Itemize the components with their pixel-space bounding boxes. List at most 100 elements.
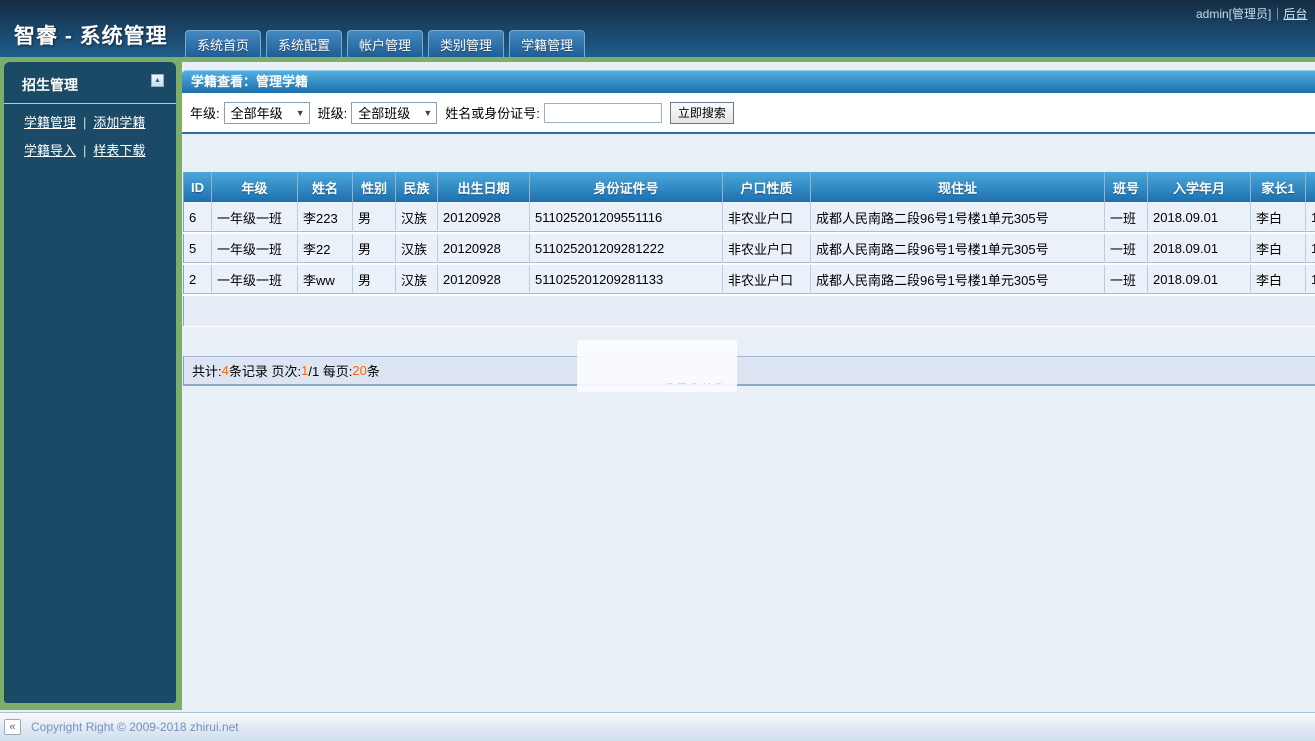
- chevron-down-icon: ▼: [296, 108, 305, 118]
- col-header-3: 姓名: [298, 172, 353, 202]
- cell-6: 20120928: [438, 202, 530, 233]
- cell-3: 李223: [298, 202, 353, 233]
- sidebar-panel: 招生管理 ▲ 学籍管理 | 添加学籍学籍导入 | 样表下载: [4, 62, 176, 703]
- cell-6: 20120928: [438, 264, 530, 295]
- search-label: 姓名或身份证号:: [445, 103, 540, 122]
- sidebar-link[interactable]: 样表下载: [93, 143, 145, 158]
- table-row: 2一年级一班李ww男汉族20120928511025201209281133非农…: [184, 264, 1315, 295]
- overlay-watermark-marks: – — – ·· –: [667, 379, 723, 388]
- cell-4: 男: [353, 264, 396, 295]
- cell-4: 男: [353, 202, 396, 233]
- col-header-1: ID: [184, 172, 212, 202]
- collapse-panel-icon[interactable]: ▲: [151, 74, 164, 87]
- pagination-total-label: 共计:: [192, 361, 222, 380]
- cell-12: 李白: [1251, 233, 1306, 264]
- cell-12: 李白: [1251, 202, 1306, 233]
- filter-bar: 年级: 全部年级 ▼ 班级: 全部班级 ▼ 姓名或身份证号: 立即搜索: [182, 93, 1315, 134]
- status-bar: « Copyright Right © 2009-2018 zhirui.net: [0, 712, 1315, 741]
- col-header-12: 家长1: [1251, 172, 1306, 202]
- tab-4[interactable]: 类别管理: [428, 30, 504, 57]
- cell-1: 6: [184, 202, 212, 233]
- user-info: admin[管理员]｜后台: [1196, 5, 1315, 21]
- cell-13: 1: [1306, 264, 1315, 295]
- sidebar-links: 学籍管理 | 添加学籍学籍导入 | 样表下载: [4, 104, 176, 159]
- cell-9: 成都人民南路二段96号1号楼1单元305号: [811, 202, 1105, 233]
- pagination-bar: 共计: 4 条记录 页次: 1 /1 每页: 20 条: [183, 356, 1315, 386]
- cell-7: 511025201209551116: [530, 202, 723, 233]
- cell-1: 2: [184, 264, 212, 295]
- cell-12: 李白: [1251, 264, 1306, 295]
- cell-3: 李ww: [298, 264, 353, 295]
- cell-13: 1: [1306, 202, 1315, 233]
- link-separator: |: [83, 143, 86, 158]
- col-header-10: 班号: [1105, 172, 1148, 202]
- pagination-unit-label: 条: [367, 361, 380, 380]
- app-logo: 智睿 - 系统管理: [14, 20, 168, 50]
- grade-label: 年级:: [190, 103, 220, 122]
- tab-1[interactable]: 系统首页: [185, 30, 261, 57]
- col-header-6: 出生日期: [438, 172, 530, 202]
- col-header-5: 民族: [396, 172, 438, 202]
- sidebar-link-row: 学籍导入 | 样表下载: [24, 140, 176, 159]
- table-header-row: ID年级姓名性别民族出生日期身份证件号户口性质现住址班号入学年月家长1: [184, 172, 1315, 202]
- sidebar-title-row: 招生管理 ▲: [4, 62, 176, 104]
- cell-8: 非农业户口: [723, 264, 811, 295]
- main-nav-tabs: 系统首页系统配置帐户管理类别管理学籍管理: [185, 30, 590, 57]
- tab-5[interactable]: 学籍管理: [509, 30, 585, 57]
- tab-3[interactable]: 帐户管理: [347, 30, 423, 57]
- section-title-bar: 学籍查看：管理学籍: [182, 70, 1315, 93]
- col-header-11: 入学年月: [1148, 172, 1251, 202]
- col-header-8: 户口性质: [723, 172, 811, 202]
- sidebar-title: 招生管理: [22, 77, 78, 93]
- user-name: admin[管理员]: [1196, 7, 1271, 21]
- top-header: 智睿 - 系统管理 admin[管理员]｜后台 系统首页系统配置帐户管理类别管理…: [0, 0, 1315, 57]
- pagination-page: 1: [301, 363, 308, 378]
- cell-13: 1: [1306, 233, 1315, 264]
- cell-2: 一年级一班: [212, 264, 298, 295]
- user-separator: ｜: [1271, 7, 1283, 21]
- chevron-down-icon: ▼: [423, 108, 432, 118]
- cell-10: 一班: [1105, 264, 1148, 295]
- grade-select[interactable]: 全部年级 ▼: [224, 102, 310, 124]
- tab-2[interactable]: 系统配置: [266, 30, 342, 57]
- col-header-2: 年级: [212, 172, 298, 202]
- search-input[interactable]: [544, 103, 662, 123]
- cell-9: 成都人民南路二段96号1号楼1单元305号: [811, 233, 1105, 264]
- faded-overlay-box: – — – ·· –: [577, 340, 737, 392]
- backend-link[interactable]: 后台: [1283, 7, 1307, 21]
- col-header-7: 身份证件号: [530, 172, 723, 202]
- col-header-9: 现住址: [811, 172, 1105, 202]
- sidebar-link[interactable]: 学籍导入: [24, 143, 76, 158]
- collapse-sidebar-button[interactable]: «: [4, 719, 21, 735]
- sidebar-link[interactable]: 添加学籍: [93, 115, 145, 130]
- cell-11: 2018.09.01: [1148, 233, 1251, 264]
- search-button[interactable]: 立即搜索: [670, 102, 734, 124]
- cell-9: 成都人民南路二段96号1号楼1单元305号: [811, 264, 1105, 295]
- cell-5: 汉族: [396, 264, 438, 295]
- cell-7: 511025201209281222: [530, 233, 723, 264]
- table-row: 6一年级一班李223男汉族20120928511025201209551116非…: [184, 202, 1315, 233]
- class-select[interactable]: 全部班级 ▼: [351, 102, 437, 124]
- cell-5: 汉族: [396, 233, 438, 264]
- cell-2: 一年级一班: [212, 202, 298, 233]
- cell-8: 非农业户口: [723, 233, 811, 264]
- cell-1: 5: [184, 233, 212, 264]
- sidebar-link-row: 学籍管理 | 添加学籍: [24, 112, 176, 131]
- table-empty-strip: [183, 296, 1315, 326]
- table-row: 5一年级一班李22男汉族20120928511025201209281222非农…: [184, 233, 1315, 264]
- sidebar-link[interactable]: 学籍管理: [24, 115, 76, 130]
- cell-3: 李22: [298, 233, 353, 264]
- copyright-text: Copyright Right © 2009-2018 zhirui.net: [31, 720, 239, 734]
- cell-2: 一年级一班: [212, 233, 298, 264]
- link-separator: |: [83, 115, 86, 130]
- cell-10: 一班: [1105, 233, 1148, 264]
- cell-6: 20120928: [438, 233, 530, 264]
- class-label: 班级:: [318, 103, 348, 122]
- cell-4: 男: [353, 233, 396, 264]
- green-divider-band: [0, 57, 1315, 62]
- pagination-records-label: 条记录 页次:: [229, 361, 301, 380]
- pagination-per-page: 20: [352, 363, 366, 378]
- cell-8: 非农业户口: [723, 202, 811, 233]
- cell-7: 511025201209281133: [530, 264, 723, 295]
- grade-select-value: 全部年级: [231, 103, 283, 122]
